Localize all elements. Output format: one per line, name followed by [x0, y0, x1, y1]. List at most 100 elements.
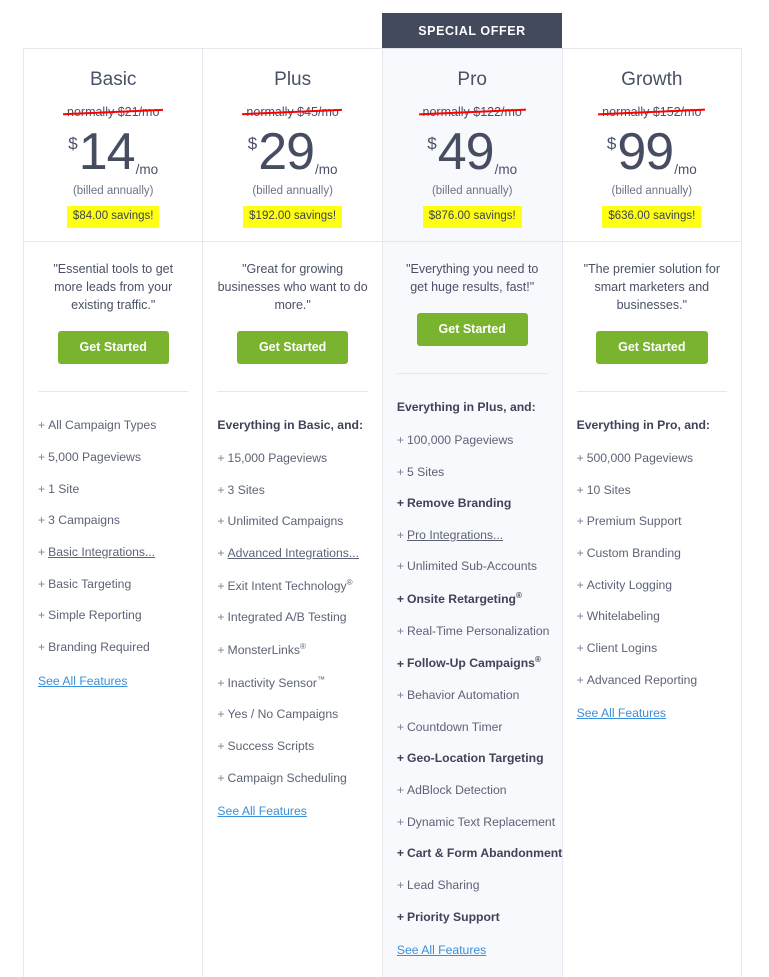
currency-symbol: $: [247, 133, 258, 153]
feature-item: +3 Campaigns: [38, 513, 188, 528]
feature-item: + Activity Logging: [577, 578, 727, 593]
see-all-features-link[interactable]: See All Features: [217, 804, 306, 838]
feature-item: +15,000 Pageviews: [217, 451, 367, 466]
see-all-features-link[interactable]: See All Features: [38, 674, 127, 708]
feature-item: + Integrated A/B Testing: [217, 610, 367, 625]
feature-label: Advanced Reporting: [586, 672, 698, 687]
feature-label: 100,000 Pageviews: [406, 432, 514, 447]
per-month-label: /mo: [135, 162, 159, 177]
feature-list: + All Campaign Types +5,000 Pageviews +1 Si…: [38, 418, 188, 654]
feature-label: Follow-Up Campaigns: [406, 656, 535, 671]
savings-badge-wrap: $876.00 savings!: [383, 206, 562, 228]
plus-icon: +: [217, 482, 225, 497]
plan-column: Basic normally $21/mo $14/mo (billed annual…: [24, 48, 204, 977]
plus-icon: +: [38, 576, 46, 591]
feature-label: Cart & Form Abandonment: [406, 846, 563, 861]
trademark-symbol: ®: [534, 655, 541, 665]
plus-icon: +: [217, 675, 225, 690]
feature-item: + AdBlock Detection: [397, 783, 548, 798]
plus-icon: +: [396, 783, 404, 798]
plan-column: Pro normally $122/mo $49/mo (billed annuall…: [382, 48, 563, 977]
feature-label: Custom Branding: [586, 545, 681, 560]
plan-price-block: Basic normally $21/mo $14/mo (billed annual…: [24, 49, 203, 242]
plus-icon: +: [576, 451, 584, 466]
feature-item: + Countdown Timer: [397, 720, 548, 735]
plus-icon: +: [576, 609, 584, 624]
feature-item: + Onsite Retargeting®: [397, 591, 548, 607]
see-all-features-link[interactable]: See All Features: [397, 943, 486, 977]
feature-link[interactable]: Pro Integrations...: [407, 528, 503, 542]
inherits-from-label: Everything in Basic, and:: [217, 418, 364, 433]
feature-item: + Branding Required: [38, 640, 188, 655]
savings-badge: $192.00 savings!: [243, 206, 343, 228]
plus-icon: +: [396, 751, 404, 766]
feature-item: + Premium Support: [577, 514, 727, 529]
feature-list: +100,000 Pageviews +5 Sites + Remove Brandi…: [396, 432, 562, 925]
plan-name: Growth: [621, 69, 683, 90]
feature-item: +3 Sites: [217, 483, 367, 498]
feature-item[interactable]: + Basic Integrations...: [38, 545, 188, 560]
cta-wrapper: Get Started: [397, 313, 548, 347]
section-divider: [217, 391, 368, 393]
per-month-label: /mo: [494, 162, 518, 177]
feature-label: 500,000 Pageviews: [586, 451, 694, 466]
plan-price-row: $99/mo: [563, 125, 741, 180]
feature-item: + Unlimited Sub-Accounts: [397, 559, 548, 574]
plus-icon: +: [396, 464, 404, 479]
get-started-button[interactable]: Get Started: [416, 313, 528, 347]
feature-item: + Cart & Form Abandonment: [396, 846, 562, 861]
plus-icon: +: [217, 642, 225, 657]
feature-item: + All Campaign Types: [38, 418, 188, 433]
plan-tagline: "The premier solution for smart marketer…: [583, 262, 721, 313]
billing-period-note: (billed annually): [72, 184, 154, 197]
feature-label: Whitelabeling: [586, 609, 660, 624]
feature-item: + Behavior Automation: [397, 688, 548, 703]
feature-label: Premium Support: [586, 514, 682, 529]
per-month-label: /mo: [674, 162, 697, 177]
feature-label: 1 Site: [48, 481, 80, 496]
feature-item: + Dynamic Text Replacement: [397, 815, 555, 830]
feature-label: Geo-Location Targeting: [406, 751, 544, 766]
get-started-button[interactable]: Get Started: [57, 331, 169, 365]
feature-link[interactable]: Basic Integrations...: [48, 545, 155, 559]
savings-badge: $876.00 savings!: [422, 206, 522, 228]
feature-label: Simple Reporting: [48, 608, 142, 623]
feature-link[interactable]: Advanced Integrations...: [228, 546, 359, 560]
plus-icon: +: [38, 450, 46, 465]
plan-tagline: "Essential tools to get more leads from …: [53, 262, 174, 313]
get-started-button[interactable]: Get Started: [236, 331, 349, 365]
plan-original-price: normally $21/mo: [63, 106, 164, 119]
pricing-table: SPECIAL OFFER Basic normally $21/mo $14/mo…: [0, 0, 769, 977]
plan-price-block: Plus normally $45/mo $29/mo (billed annuall…: [203, 49, 382, 242]
feature-list: +15,000 Pageviews +3 Sites + Unlimited Camp…: [217, 451, 367, 785]
feature-label: Activity Logging: [586, 577, 673, 592]
plus-icon: +: [396, 559, 404, 574]
currency-symbol: $: [68, 133, 78, 153]
savings-badge-wrap: $636.00 savings!: [563, 206, 741, 228]
inherits-from-label: Everything in Plus, and:: [396, 400, 536, 415]
feature-item: + Priority Support: [397, 910, 548, 925]
feature-item: + Exit Intent Technology®: [217, 578, 367, 594]
plan-price-block: Pro normally $122/mo $49/mo (billed annuall…: [382, 49, 562, 242]
feature-label: 5 Sites: [406, 464, 445, 479]
plan-price-row: $49/mo: [383, 125, 562, 180]
plus-icon: +: [38, 544, 46, 559]
plus-icon: +: [217, 545, 225, 560]
see-all-features-link[interactable]: See All Features: [577, 706, 666, 740]
plus-icon: +: [396, 592, 404, 607]
get-started-button[interactable]: Get Started: [596, 331, 708, 365]
plus-icon: +: [396, 688, 404, 703]
billing-period-note: (billed annually): [252, 184, 333, 197]
plan-price-row: $14/mo: [24, 125, 202, 180]
feature-item: + Remove Branding: [397, 496, 548, 511]
savings-badge: $636.00 savings!: [602, 206, 702, 228]
feature-item: + Success Scripts: [217, 739, 367, 754]
feature-label: Basic Targeting: [48, 576, 132, 591]
feature-item[interactable]: + Pro Integrations...: [397, 528, 548, 543]
feature-item: + Custom Branding: [577, 546, 727, 561]
feature-item[interactable]: + Advanced Integrations...: [217, 546, 367, 561]
plus-icon: +: [217, 514, 225, 529]
plus-icon: +: [396, 877, 404, 892]
section-divider: [396, 373, 548, 375]
plus-icon: +: [396, 846, 404, 861]
